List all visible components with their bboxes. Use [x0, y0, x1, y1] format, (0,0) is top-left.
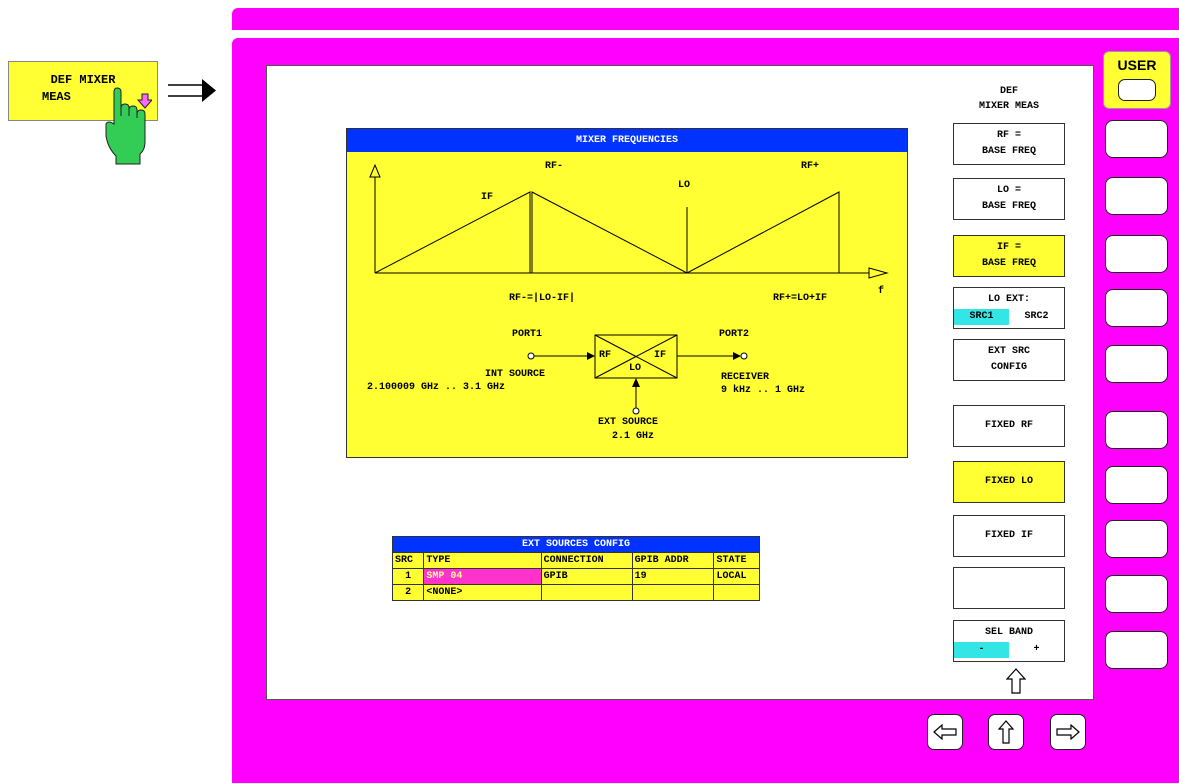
sel-band-plus-option[interactable]: + — [1009, 642, 1064, 658]
rf-base-line2: BASE FREQ — [981, 146, 1036, 157]
port1-label: PORT1 — [512, 329, 543, 340]
mixer-rf-label: RF — [599, 350, 612, 361]
user-key-label: USER — [1117, 57, 1157, 73]
if-base-line2: BASE FREQ — [981, 258, 1036, 269]
mixer-frequencies-panel: MIXER FREQUENCIES RF- RF+ LO IF f RF-=|L… — [346, 128, 908, 458]
sel-band-softkey[interactable]: SEL BAND - + — [953, 620, 1065, 662]
rf-minus-formula: RF-=|LO-IF| — [509, 293, 576, 304]
side-key-8[interactable] — [1105, 520, 1168, 558]
softkey-menu-title-line1: DEF — [999, 86, 1018, 97]
user-key-button[interactable] — [1118, 79, 1156, 101]
fixed-rf-label: FIXED RF — [984, 420, 1033, 431]
lo-ext-src2-option[interactable]: SRC2 — [1009, 309, 1064, 325]
lo-base-line1: LO = — [996, 185, 1021, 196]
table-row[interactable]: 1 SMP 04 GPIB 19 LOCAL — [391, 568, 760, 585]
table-header: SRC — [391, 552, 425, 569]
int-source-label: INT SOURCE — [485, 369, 546, 380]
f-axis-label: f — [878, 286, 885, 297]
table-cell-src: 2 — [391, 584, 425, 601]
side-key-10[interactable] — [1105, 631, 1168, 669]
rf-plus-label: RF+ — [801, 161, 820, 172]
side-key-2[interactable] — [1105, 177, 1168, 215]
side-key-5[interactable] — [1105, 345, 1168, 383]
lo-base-freq-softkey[interactable]: LO = BASE FREQ — [953, 178, 1065, 220]
side-key-1[interactable] — [1105, 120, 1168, 158]
table-row[interactable]: 2 <NONE> — [391, 584, 760, 601]
table-cell-type[interactable]: SMP 04 — [423, 568, 542, 585]
ext-src-line2: CONFIG — [990, 362, 1027, 373]
softkey-menu-title: DEF MIXER MEAS — [953, 84, 1065, 114]
table-cell-connection[interactable] — [540, 584, 633, 601]
right-arrow-icon — [1056, 724, 1080, 740]
right-arrow-key[interactable] — [1050, 714, 1086, 750]
left-arrow-icon — [933, 724, 957, 740]
frame-top-strip — [232, 8, 1179, 30]
side-key-3[interactable] — [1105, 235, 1168, 273]
table-cell-src: 1 — [391, 568, 425, 585]
rf-minus-label: RF- — [545, 161, 564, 172]
ext-src-line1: EXT SRC — [987, 346, 1030, 357]
right-arrow-icon — [168, 79, 216, 102]
ext-source-label: EXT SOURCE — [598, 417, 659, 428]
table-header: STATE — [713, 552, 760, 569]
lo-label: LO — [678, 180, 691, 191]
port2-label: PORT2 — [719, 329, 750, 340]
table-cell-gpib-addr[interactable]: 19 — [631, 568, 715, 585]
mixer-if-label: IF — [654, 350, 667, 361]
pointing-hand-icon — [105, 87, 152, 165]
fixed-lo-label: FIXED LO — [984, 476, 1033, 487]
table-cell-state[interactable] — [713, 584, 760, 601]
table-title: EXT SOURCES CONFIG — [392, 536, 760, 553]
fixed-if-softkey[interactable]: FIXED IF — [953, 515, 1065, 557]
rf-plus-formula: RF+=LO+IF — [773, 293, 828, 304]
if-label: IF — [481, 192, 494, 203]
lo-ext-src1-option[interactable]: SRC1 — [954, 308, 1009, 325]
up-arrow-icon — [998, 720, 1014, 744]
blank-softkey[interactable] — [953, 567, 1065, 609]
up-arrow-key[interactable] — [988, 714, 1024, 750]
sel-band-minus-option[interactable]: - — [954, 641, 1009, 658]
side-key-6[interactable] — [1105, 411, 1168, 449]
left-arrow-key[interactable] — [927, 714, 963, 750]
ext-sources-config-table: EXT SOURCES CONFIG SRC TYPE CONNECTION G… — [391, 536, 760, 601]
fixed-lo-softkey[interactable]: FIXED LO — [953, 461, 1065, 503]
sel-band-label: SEL BAND — [984, 626, 1033, 638]
receiver-label: RECEIVER — [721, 372, 770, 383]
ext-source-freq: 2.1 GHz — [612, 431, 655, 442]
rf-base-freq-softkey[interactable]: RF = BASE FREQ — [953, 123, 1065, 165]
scroll-up-arrow-icon — [1006, 668, 1026, 694]
if-base-freq-softkey[interactable]: IF = BASE FREQ — [953, 235, 1065, 277]
if-base-line1: IF = — [996, 242, 1021, 253]
table-header: CONNECTION — [540, 552, 633, 569]
receiver-range: 9 kHz .. 1 GHz — [721, 385, 806, 396]
table-header: TYPE — [423, 552, 542, 569]
table-header: GPIB ADDR — [631, 552, 715, 569]
ext-src-config-softkey[interactable]: EXT SRC CONFIG — [953, 339, 1065, 381]
lo-base-line2: BASE FREQ — [981, 201, 1036, 212]
side-key-9[interactable] — [1105, 575, 1168, 613]
int-source-range: 2.100009 GHz .. 3.1 GHz — [367, 382, 506, 393]
table-cell-state[interactable]: LOCAL — [713, 568, 760, 585]
lo-ext-label: LO EXT: — [987, 293, 1030, 305]
mixer-lo-label: LO — [629, 363, 642, 374]
lo-ext-softkey[interactable]: LO EXT: SRC1 SRC2 — [953, 287, 1065, 329]
table-cell-gpib-addr[interactable] — [631, 584, 715, 601]
rf-base-line1: RF = — [996, 130, 1021, 141]
side-key-4[interactable] — [1105, 289, 1168, 327]
fixed-if-label: FIXED IF — [984, 530, 1033, 541]
side-key-7[interactable] — [1105, 466, 1168, 504]
fixed-rf-softkey[interactable]: FIXED RF — [953, 405, 1065, 447]
user-key[interactable]: USER — [1103, 51, 1171, 109]
table-cell-connection[interactable]: GPIB — [540, 568, 633, 585]
table-cell-type[interactable]: <NONE> — [423, 584, 542, 601]
softkey-menu-title-line2: MIXER MEAS — [978, 101, 1039, 112]
